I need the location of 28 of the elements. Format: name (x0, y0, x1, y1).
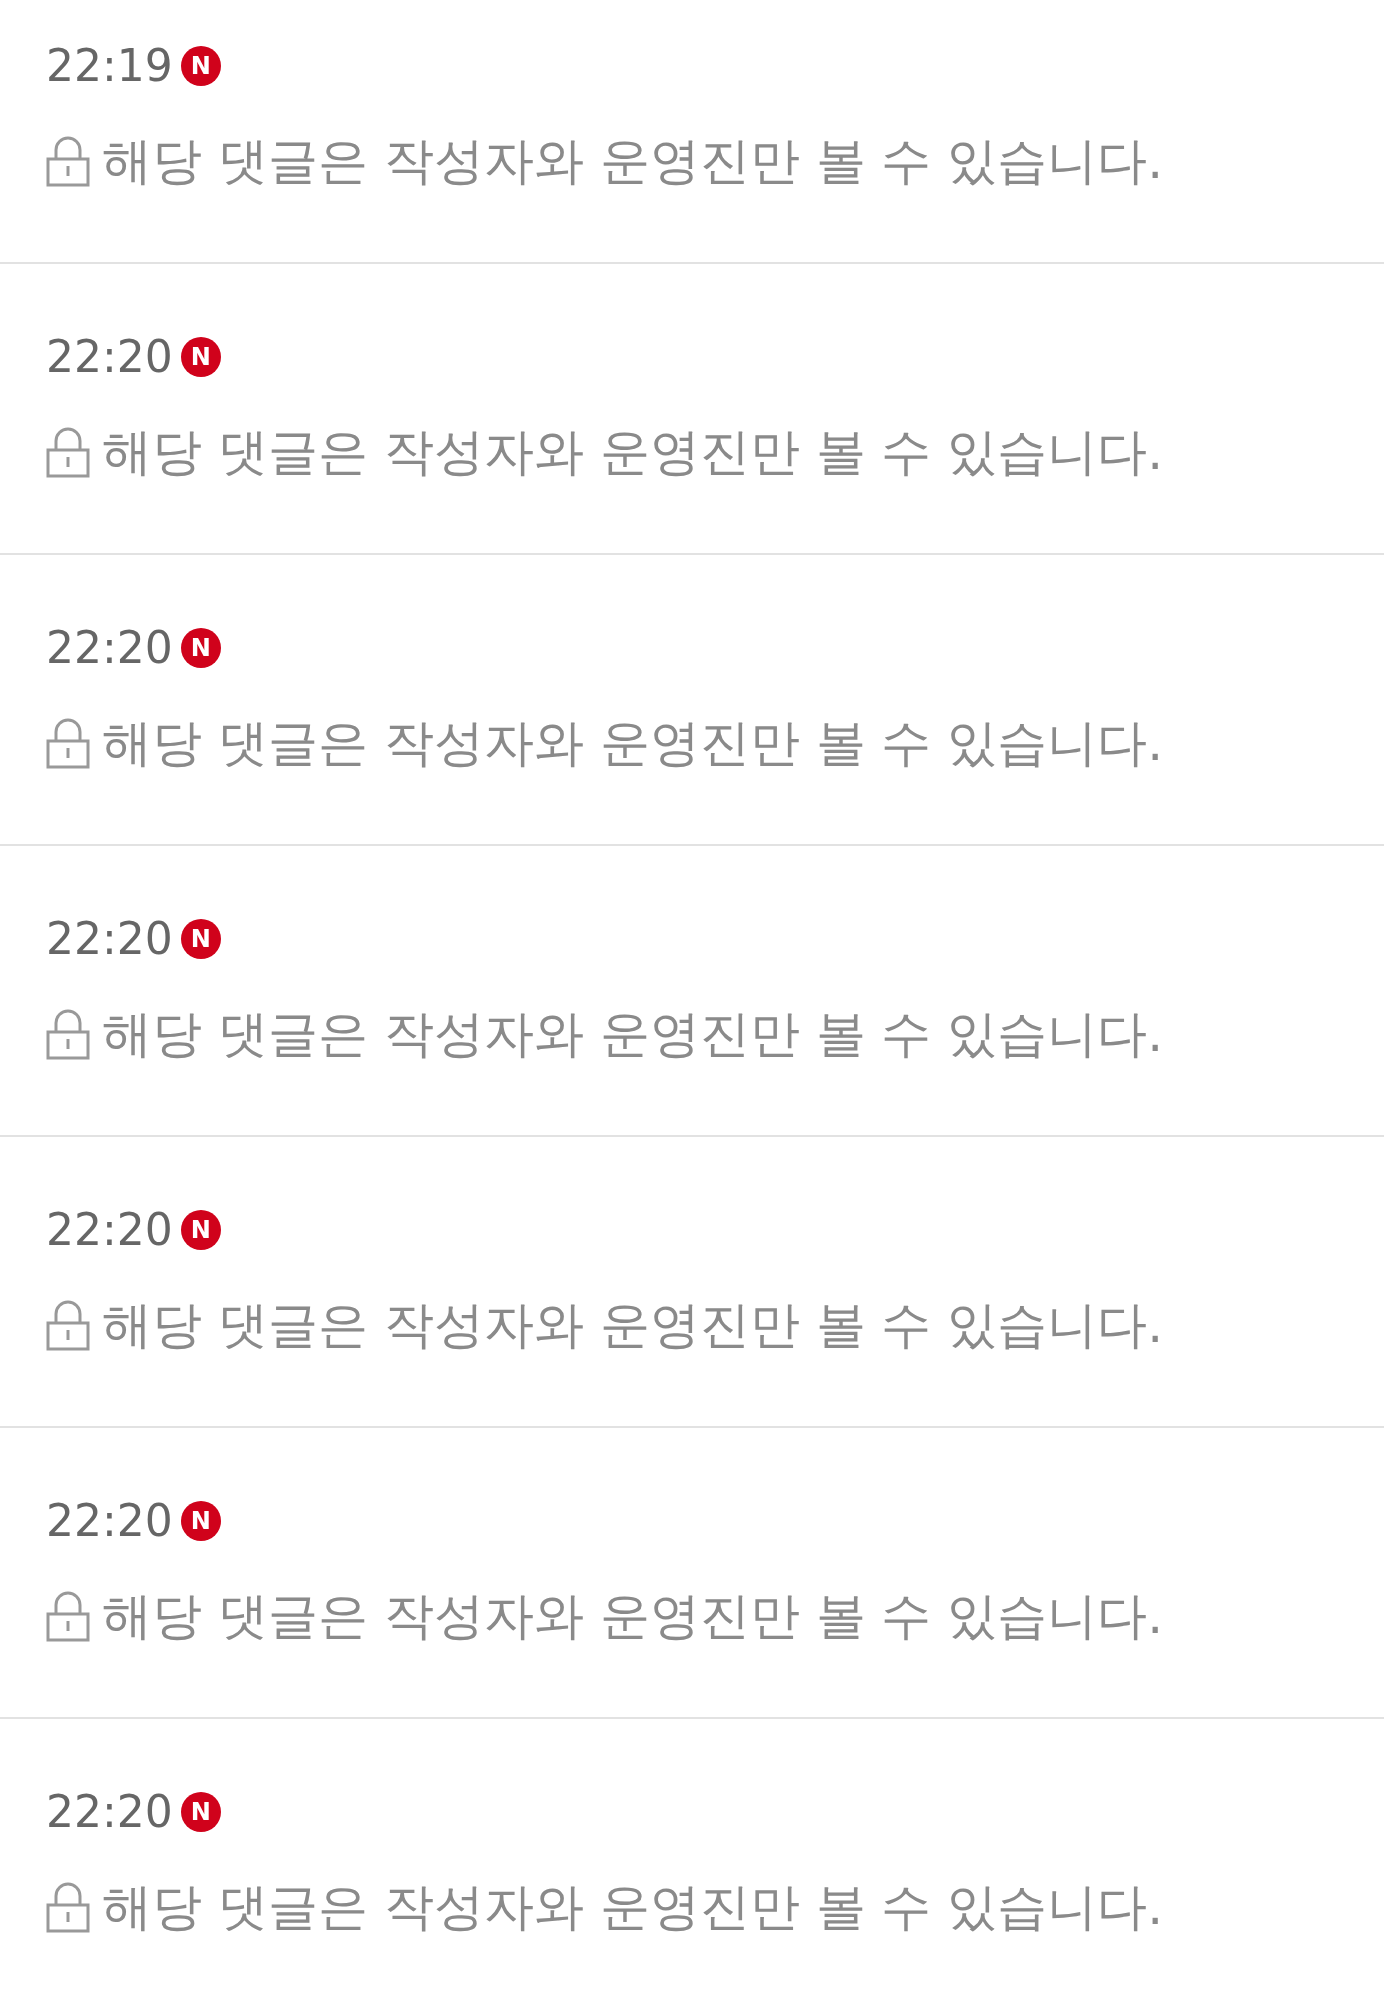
comment-time: 22:20 (46, 330, 173, 384)
new-badge: N (180, 1792, 221, 1832)
comment-time: 22:19 (46, 39, 173, 93)
new-badge: N (180, 919, 221, 959)
private-comment-notice: 해당 댓글은 작성자와 운영진만 볼 수 있습니다. (102, 713, 1164, 774)
new-badge: N (180, 46, 221, 86)
lock-icon (46, 1008, 90, 1060)
lock-icon (46, 1299, 90, 1351)
lock-icon (46, 1881, 90, 1933)
lock-icon (46, 717, 90, 769)
new-badge: N (180, 628, 221, 668)
private-comment-notice: 해당 댓글은 작성자와 운영진만 볼 수 있습니다. (102, 131, 1164, 192)
lock-icon (46, 135, 90, 187)
private-comment-notice: 해당 댓글은 작성자와 운영진만 볼 수 있습니다. (102, 1877, 1164, 1938)
lock-icon (46, 1590, 90, 1642)
new-badge: N (180, 1501, 221, 1541)
private-comment-notice: 해당 댓글은 작성자와 운영진만 볼 수 있습니다. (102, 1004, 1164, 1065)
new-badge: N (180, 1210, 221, 1250)
comment-time: 22:20 (46, 1785, 173, 1839)
new-badge: N (180, 337, 221, 377)
private-comment-notice: 해당 댓글은 작성자와 운영진만 볼 수 있습니다. (102, 1586, 1164, 1647)
comment-time: 22:20 (46, 1203, 173, 1257)
private-comment-notice: 해당 댓글은 작성자와 운영진만 볼 수 있습니다. (102, 422, 1164, 483)
comment-time: 22:20 (46, 621, 173, 675)
private-comment-notice: 해당 댓글은 작성자와 운영진만 볼 수 있습니다. (102, 1295, 1164, 1356)
lock-icon (46, 426, 90, 478)
comment-time: 22:20 (46, 1494, 173, 1548)
comment-time: 22:20 (46, 912, 173, 966)
